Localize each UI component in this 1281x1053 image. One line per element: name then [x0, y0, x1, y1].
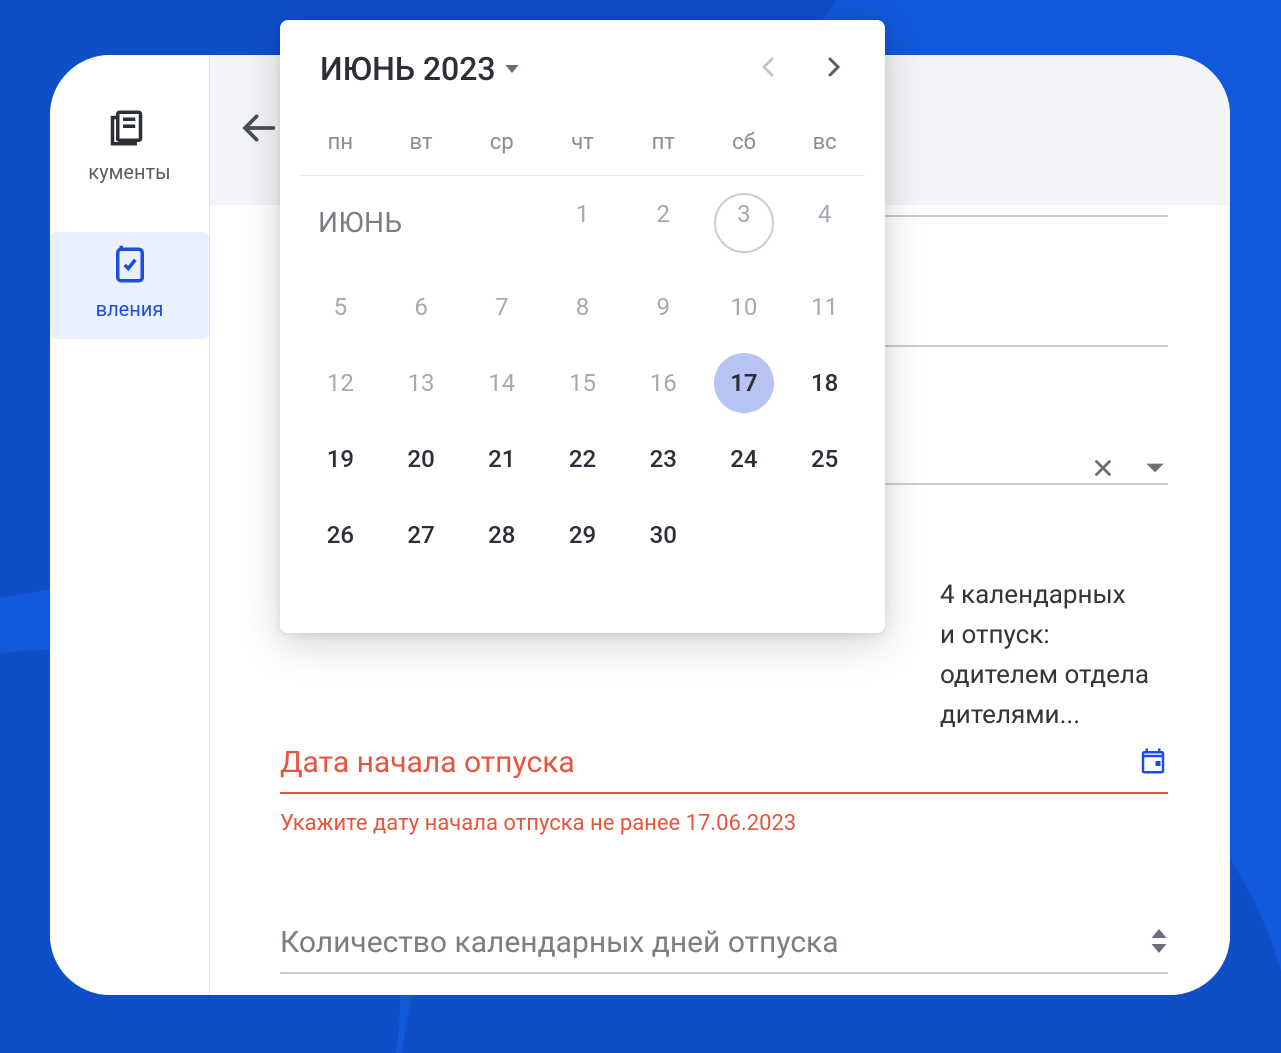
info-line: одителем отдела	[940, 655, 1170, 695]
calendar-day	[784, 497, 865, 573]
calendar-day[interactable]: 22	[542, 421, 623, 497]
calendar-dow: чт	[542, 118, 623, 176]
calendar-dow: сб	[704, 118, 785, 176]
calendar-dow: вт	[381, 118, 462, 176]
calendar-day[interactable]: 24	[704, 421, 785, 497]
chevron-down-icon[interactable]	[1142, 455, 1168, 485]
info-line: и отпуск:	[940, 615, 1170, 655]
calendar-next-button[interactable]	[821, 55, 845, 83]
calendar-title: ИЮНЬ 2023	[320, 50, 496, 88]
calendar-day[interactable]: 25	[784, 421, 865, 497]
calendar-day[interactable]: 19	[300, 421, 381, 497]
calendar-day[interactable]: 13	[381, 345, 462, 421]
calendar-day[interactable]: 11	[784, 269, 865, 345]
calendar-day[interactable]: 4	[784, 176, 865, 269]
calendar-day[interactable]: 12	[300, 345, 381, 421]
calendar-dow: вс	[784, 118, 865, 176]
info-text: 4 календарных и отпуск: одителем отдела …	[940, 575, 1170, 735]
calendar-month-selector[interactable]: ИЮНЬ 2023	[320, 50, 520, 88]
calendar-grid: пнвтсрчтптсбвсИЮНЬ1234567891011121314151…	[300, 118, 865, 573]
day-count-label: Количество календарных дней отпуска	[280, 925, 839, 960]
calendar-day[interactable]: 6	[381, 269, 462, 345]
calendar-day[interactable]: 29	[542, 497, 623, 573]
calendar-dow: ср	[461, 118, 542, 176]
sidebar-item-label: кументы	[88, 160, 170, 184]
calendar-prev-button[interactable]	[757, 55, 781, 83]
calendar-day[interactable]: 18	[784, 345, 865, 421]
date-start-hint: Укажите дату начала отпуска не ранее 17.…	[280, 811, 796, 836]
sidebar: кументы вления	[50, 55, 210, 995]
sidebar-item-documents[interactable]: кументы	[50, 95, 209, 202]
calendar-day[interactable]: 17	[704, 345, 785, 421]
calendar-day[interactable]: 5	[300, 269, 381, 345]
info-line: дителями...	[940, 695, 1170, 735]
calendar-day[interactable]: 26	[300, 497, 381, 573]
calendar-day[interactable]: 7	[461, 269, 542, 345]
calendar-day[interactable]: 10	[704, 269, 785, 345]
calendar-day[interactable]: 15	[542, 345, 623, 421]
calendar-day[interactable]: 27	[381, 497, 462, 573]
date-start-label: Дата начала отпуска	[280, 745, 575, 780]
calendar-day[interactable]: 9	[623, 269, 704, 345]
calendar-day[interactable]: 30	[623, 497, 704, 573]
documents-icon	[109, 107, 151, 154]
calendar-day[interactable]: 1	[542, 176, 623, 269]
number-stepper-icon[interactable]	[1150, 926, 1168, 960]
sidebar-item-label: вления	[96, 297, 164, 321]
calendar-month-label: ИЮНЬ	[300, 176, 542, 269]
calendar-day[interactable]: 16	[623, 345, 704, 421]
calendar-dow: пн	[300, 118, 381, 176]
calendar-popover: ИЮНЬ 2023 пнвтсрчтптсбвсИЮНЬ123456789101…	[280, 20, 885, 633]
calendar-day[interactable]: 20	[381, 421, 462, 497]
calendar-day[interactable]: 23	[623, 421, 704, 497]
calendar-dow: пт	[623, 118, 704, 176]
calendar-day[interactable]: 3	[704, 176, 785, 269]
info-line: 4 календарных	[940, 575, 1170, 615]
calendar-icon[interactable]	[1138, 746, 1168, 780]
calendar-day[interactable]: 14	[461, 345, 542, 421]
sidebar-item-applications[interactable]: вления	[50, 232, 209, 339]
calendar-day[interactable]: 2	[623, 176, 704, 269]
day-count-field[interactable]: Количество календарных дней отпуска	[280, 925, 1168, 974]
chevron-down-icon	[504, 61, 520, 77]
calendar-day[interactable]: 28	[461, 497, 542, 573]
calendar-day[interactable]: 8	[542, 269, 623, 345]
calendar-day	[704, 497, 785, 573]
checklist-icon	[109, 244, 151, 291]
calendar-day[interactable]: 21	[461, 421, 542, 497]
date-start-field[interactable]: Дата начала отпуска	[280, 745, 1168, 794]
clear-icon[interactable]	[1090, 455, 1116, 485]
back-button[interactable]	[240, 108, 280, 152]
